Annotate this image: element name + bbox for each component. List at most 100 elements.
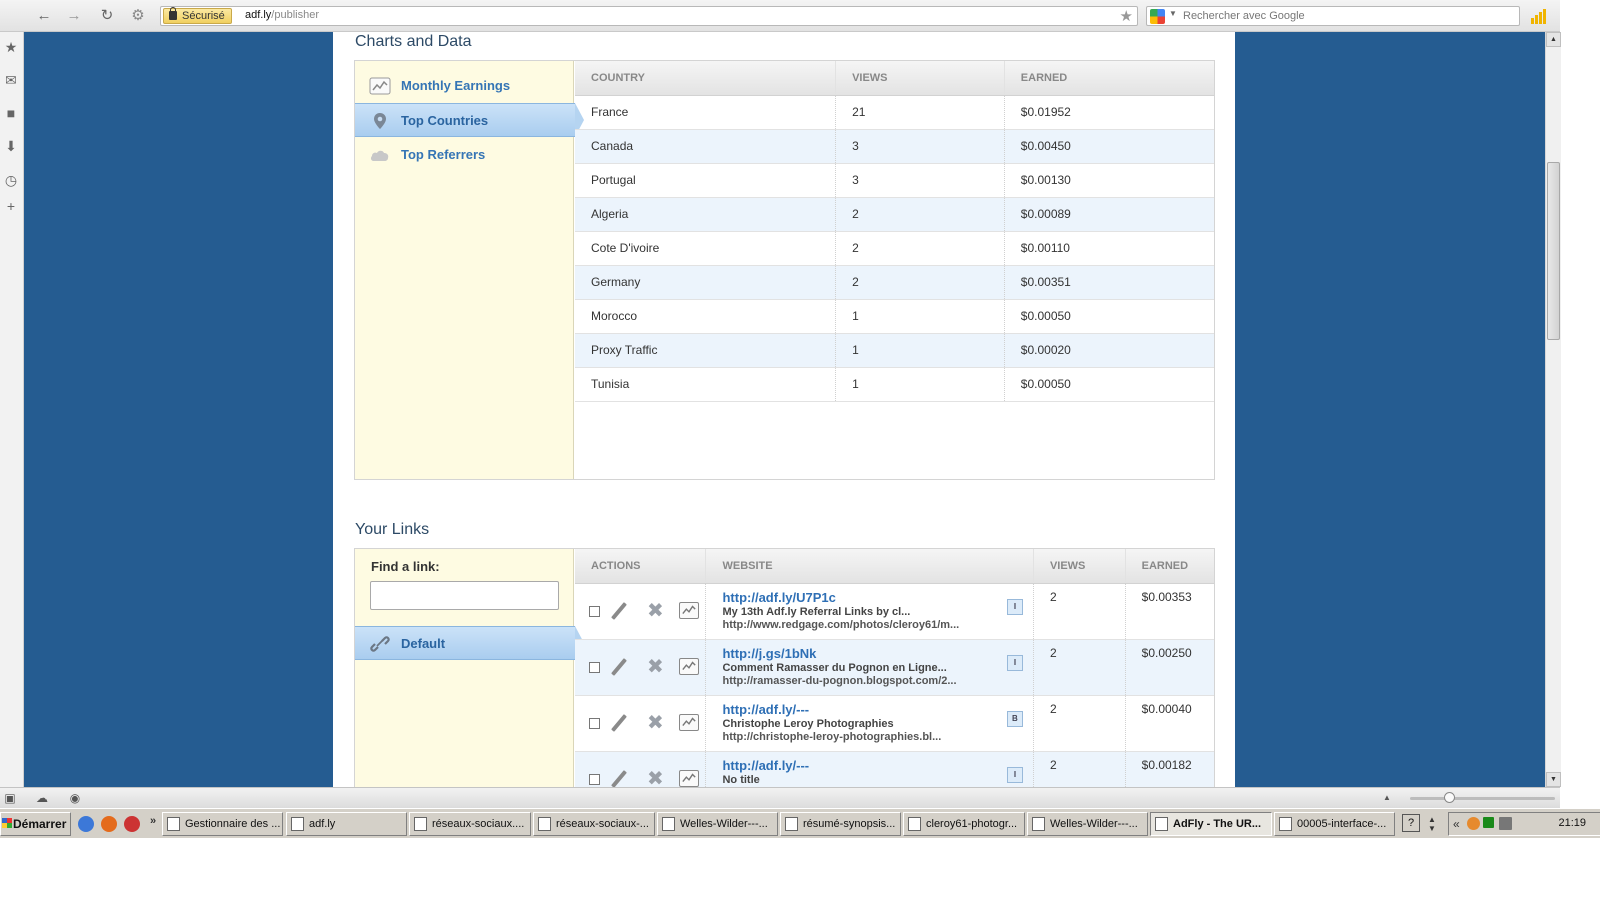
quicklaunch-more-icon[interactable]: » — [150, 815, 156, 827]
key-icon[interactable]: ⚙ — [127, 5, 149, 27]
taskbar-task[interactable]: 00005-interface-... — [1274, 812, 1395, 836]
panel-toggle-icon[interactable]: ▣ — [3, 791, 17, 805]
links-section-title: Your Links — [355, 521, 430, 538]
notes-icon[interactable]: ■ — [2, 104, 20, 122]
edit-pencil-icon[interactable] — [611, 602, 627, 620]
taskbar-task[interactable]: Welles-Wilder---... — [657, 812, 778, 836]
clock[interactable]: 21:19 — [1558, 817, 1586, 829]
zoom-up-arrow-icon[interactable]: ▲ — [1380, 791, 1394, 805]
nav-top-countries[interactable]: Top Countries — [355, 103, 584, 137]
scroll-down-arrow-icon[interactable]: ▼ — [1546, 772, 1561, 787]
bookmark-star-icon[interactable]: ★ — [1120, 7, 1133, 25]
signal-bars-icon[interactable] — [1531, 8, 1549, 24]
search-box[interactable]: ▼ Rechercher avec Google — [1146, 6, 1520, 26]
taskbar-task[interactable]: adf.ly — [286, 812, 407, 836]
tray-expand-icon[interactable]: « — [1453, 817, 1460, 831]
address-bar[interactable]: Sécurisé adf.ly/publisher ★ — [160, 6, 1138, 26]
delete-x-icon[interactable]: ✖ — [647, 655, 664, 679]
stats-chart-icon[interactable] — [679, 658, 699, 675]
nav-monthly-earnings[interactable]: Monthly Earnings — [355, 69, 574, 103]
delete-x-icon[interactable]: ✖ — [647, 599, 664, 623]
short-link[interactable]: http://j.gs/1bNk — [722, 646, 1032, 661]
short-link[interactable]: http://adf.ly/U7P1c — [722, 590, 1032, 605]
zoom-slider[interactable] — [1410, 797, 1555, 800]
column-header-earned[interactable]: EARNED — [1003, 61, 1214, 96]
help-icon[interactable]: ? — [1402, 814, 1420, 832]
country-row: France 21 $0.01952 — [575, 95, 1214, 130]
country-name: Portugal — [575, 163, 836, 198]
link-type-badge[interactable]: B — [1006, 710, 1023, 727]
short-link[interactable]: http://adf.ly/--- — [722, 702, 1032, 717]
link-type-badge[interactable]: I — [1006, 654, 1023, 671]
select-checkbox[interactable] — [589, 662, 600, 673]
edit-pencil-icon[interactable] — [611, 714, 627, 732]
country-earned: $0.00450 — [1003, 129, 1214, 164]
column-header-earned[interactable]: EARNED — [1124, 549, 1214, 584]
taskbar-task[interactable]: Gestionnaire des ... — [162, 812, 283, 836]
nav-top-referrers[interactable]: Top Referrers — [355, 138, 574, 172]
link-website: http://adf.ly/U7P1c My 13th Adf.ly Referr… — [705, 583, 1034, 640]
back-arrow-icon[interactable]: ← — [33, 5, 55, 27]
edit-pencil-icon[interactable] — [611, 770, 627, 787]
country-row: Canada 3 $0.00450 — [575, 129, 1214, 164]
forward-arrow-icon[interactable]: → — [63, 5, 85, 27]
add-panel-icon[interactable]: + — [2, 197, 20, 215]
stats-chart-icon[interactable] — [679, 770, 699, 787]
delete-x-icon[interactable]: ✖ — [647, 711, 664, 735]
downloads-icon[interactable]: ⬇ — [2, 137, 20, 155]
short-link[interactable]: http://adf.ly/--- — [722, 758, 1032, 773]
select-checkbox[interactable] — [589, 774, 600, 786]
tray-network-icon[interactable] — [1483, 817, 1494, 828]
taskbar-task[interactable]: AdFly - The UR... — [1150, 812, 1272, 836]
map-pin-icon — [374, 113, 386, 129]
firefox-quicklaunch-icon[interactable] — [101, 816, 117, 832]
country-views: 1 — [835, 299, 1005, 334]
find-link-label: Find a link: — [371, 559, 440, 574]
edit-pencil-icon[interactable] — [611, 658, 627, 676]
country-row: Proxy Traffic 1 $0.00020 — [575, 333, 1214, 368]
taskbar-task[interactable]: cleroy61-photogr... — [903, 812, 1025, 836]
link-destination-url: http://christophe-leroy-photographies.bl… — [722, 730, 942, 743]
link-actions: ✖ — [575, 583, 706, 640]
link-type-badge[interactable]: I — [1006, 766, 1023, 783]
unite-cloud-icon[interactable]: ☁ — [35, 791, 49, 805]
secure-badge[interactable]: Sécurisé — [163, 7, 232, 24]
google-icon[interactable] — [1150, 9, 1165, 24]
tray-volume-icon[interactable] — [1499, 817, 1512, 830]
taskbar-task[interactable]: réseaux-sociaux-... — [533, 812, 655, 836]
start-button[interactable]: Démarrer — [0, 812, 72, 836]
vertical-scrollbar[interactable]: ▲ ▼ — [1545, 32, 1561, 787]
link-earned: $0.00353 — [1124, 583, 1214, 640]
taskbar-scroll-icon[interactable]: ▲ ▼ — [1428, 815, 1436, 833]
delete-x-icon[interactable]: ✖ — [647, 767, 664, 787]
bookmarks-star-icon[interactable]: ★ — [2, 38, 20, 56]
history-clock-icon[interactable]: ◷ — [2, 171, 20, 189]
reload-icon[interactable]: ↻ — [96, 5, 118, 27]
scroll-thumb[interactable] — [1547, 162, 1560, 340]
countries-header-row: COUNTRY VIEWS EARNED — [575, 61, 1214, 96]
taskbar-task[interactable]: Welles-Wilder---... — [1027, 812, 1148, 836]
column-header-views[interactable]: VIEWS — [835, 61, 1005, 96]
link-type-badge[interactable]: I — [1006, 598, 1023, 615]
find-link-input[interactable] — [370, 581, 559, 610]
group-default[interactable]: Default — [355, 626, 584, 660]
chevron-down-icon[interactable]: ▼ — [1169, 9, 1177, 18]
zoom-slider-handle[interactable] — [1444, 792, 1455, 803]
scroll-up-arrow-icon[interactable]: ▲ — [1546, 32, 1561, 47]
select-checkbox[interactable] — [589, 606, 600, 617]
column-header-views[interactable]: VIEWS — [1032, 549, 1126, 584]
opera-quicklaunch-icon[interactable] — [124, 816, 140, 832]
tray-app-icon[interactable] — [1467, 817, 1480, 830]
taskbar-task[interactable]: réseaux-sociaux.... — [409, 812, 531, 836]
stats-chart-icon[interactable] — [679, 714, 699, 731]
column-header-website[interactable]: WEBSITE — [705, 549, 1034, 584]
column-header-country[interactable]: COUNTRY — [575, 61, 836, 96]
mail-icon[interactable]: ✉ — [2, 71, 20, 89]
stats-chart-icon[interactable] — [679, 602, 699, 619]
link-earned: $0.00040 — [1124, 695, 1214, 752]
taskbar-task[interactable]: résumé-synopsis... — [780, 812, 901, 836]
charts-panel: Monthly Earnings Top Countries Top Refer… — [354, 60, 1215, 480]
speed-dial-gauge-icon[interactable]: ◉ — [68, 791, 82, 805]
select-checkbox[interactable] — [589, 718, 600, 729]
ie-quicklaunch-icon[interactable] — [78, 816, 94, 832]
